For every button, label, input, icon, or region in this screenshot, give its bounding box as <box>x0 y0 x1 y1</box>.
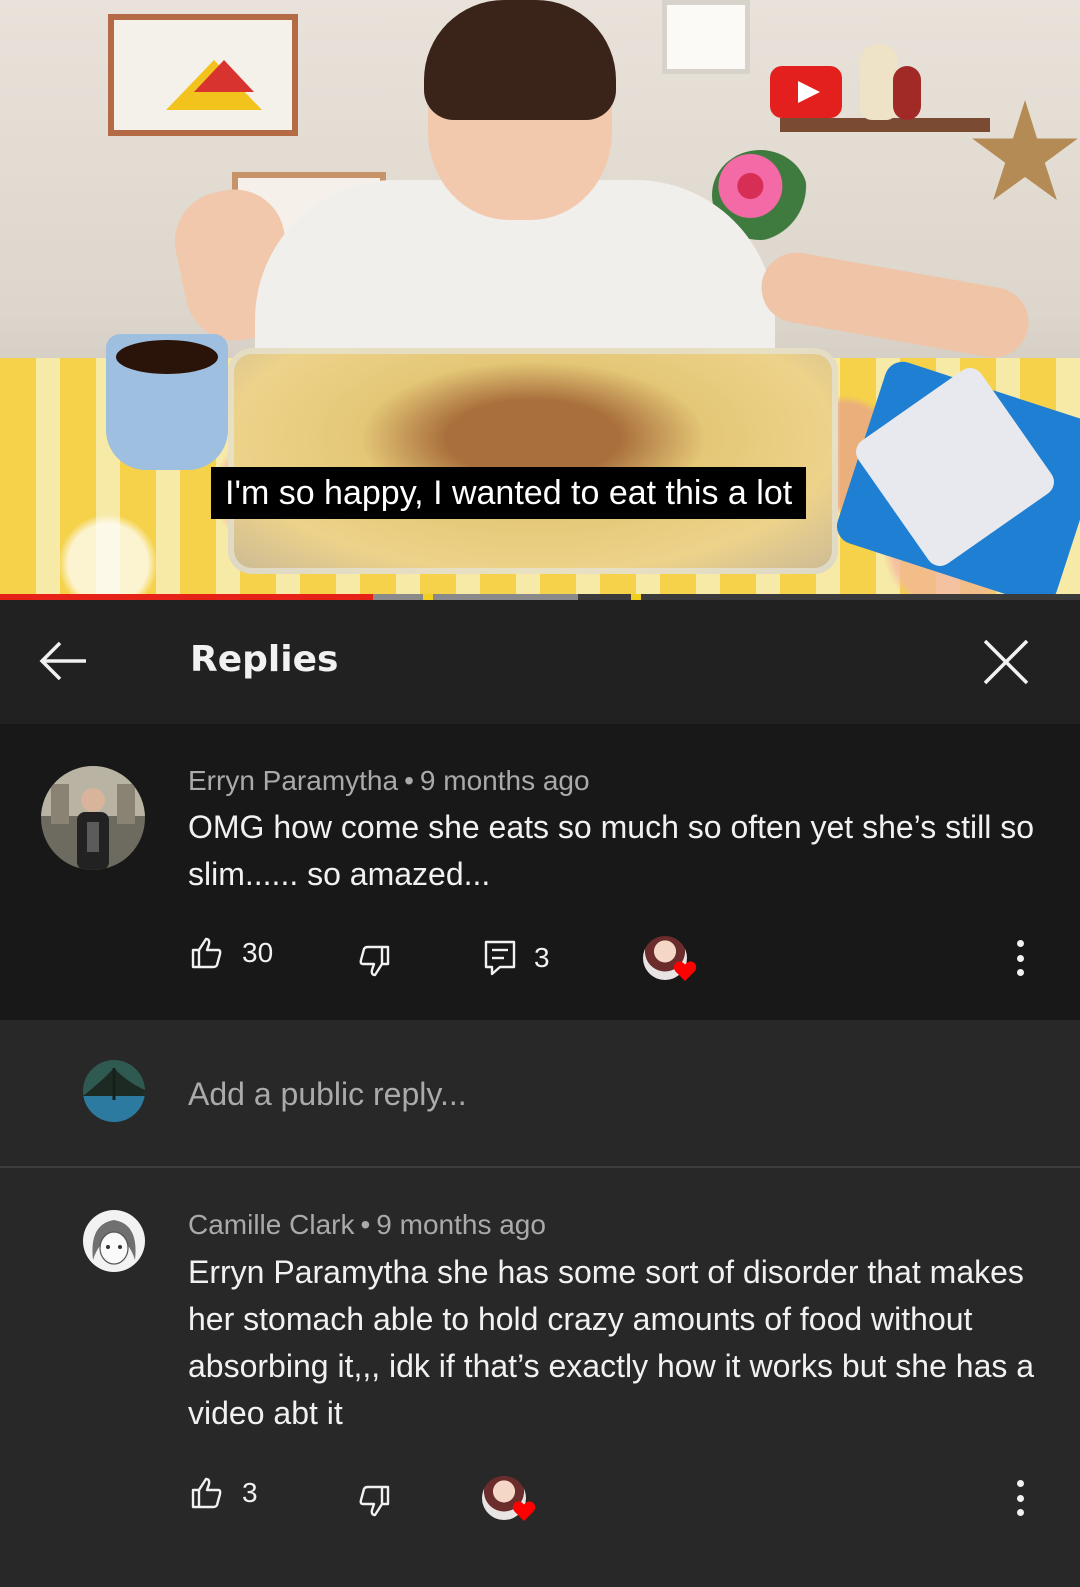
avatar[interactable] <box>41 766 145 870</box>
coffee-mug <box>106 334 228 470</box>
thumbs-down-icon <box>359 945 390 977</box>
comment-icon <box>484 940 516 976</box>
current-user-avatar <box>83 1060 145 1122</box>
dot-icon <box>1016 1480 1024 1487</box>
wall-shelf <box>780 118 990 132</box>
reply-input[interactable]: Add a public reply... <box>188 1072 467 1116</box>
youtube-play-ornament <box>770 66 842 118</box>
comment-timestamp[interactable]: 9 months ago <box>376 1209 546 1240</box>
dot-icon <box>1016 969 1024 976</box>
video-player[interactable]: I'm so happy, I wanted to eat this a lot <box>0 0 1080 600</box>
close-button[interactable] <box>980 636 1032 688</box>
nesting-doll <box>893 66 921 120</box>
dot-icon <box>1016 1494 1024 1502</box>
comment-text: OMG how come she eats so much so often y… <box>188 809 1034 892</box>
thumbs-up-icon <box>191 937 222 969</box>
meta-separator: • <box>360 1209 371 1240</box>
heart-icon <box>512 1501 536 1521</box>
like-count: 3 <box>242 1477 258 1508</box>
reply-composer[interactable] <box>0 1020 1080 1166</box>
dot-icon <box>1016 940 1024 947</box>
meta-separator: • <box>404 765 414 796</box>
comment-author[interactable]: Camille Clark <box>188 1209 354 1240</box>
more-options-button[interactable] <box>1014 940 1026 976</box>
landscape-avatar-icon <box>83 1060 145 1122</box>
replies-header <box>0 600 1080 724</box>
person-hair <box>424 0 616 120</box>
comment-text: Erryn Paramytha she has some sort of dis… <box>188 1254 1035 1431</box>
close-icon <box>983 639 1029 685</box>
dot-icon <box>1016 954 1024 962</box>
heart-icon <box>673 961 697 981</box>
thumbs-up-icon <box>191 1477 222 1509</box>
anime-avatar-icon <box>83 1210 145 1272</box>
person-arm <box>755 247 1035 363</box>
back-button[interactable] <box>36 636 90 686</box>
panel-title: Replies <box>190 639 339 680</box>
user-photo-avatar <box>41 766 145 870</box>
dislike-button[interactable] <box>357 944 391 978</box>
comment-author[interactable]: Erryn Paramytha <box>188 765 398 796</box>
like-count: 30 <box>242 937 274 968</box>
reply-count: 3 <box>534 942 550 973</box>
dislike-button[interactable] <box>357 1484 391 1518</box>
arrow-left-icon <box>39 641 86 681</box>
avatar[interactable] <box>83 1210 145 1272</box>
comment-meta: Camille Clark • 9 months ago <box>188 1205 546 1245</box>
comment-meta: Erryn Paramytha • 9 months ago <box>188 761 590 801</box>
more-options-button[interactable] <box>1014 1480 1026 1516</box>
thumbs-down-icon <box>359 1485 390 1517</box>
noodle-dish <box>228 348 838 574</box>
video-subtitle: I'm so happy, I wanted to eat this a lot <box>211 467 807 519</box>
wall-picture-frame <box>108 14 298 136</box>
decorative-star <box>972 100 1078 201</box>
like-button[interactable]: 30 <box>190 936 273 970</box>
reply-button[interactable]: 3 <box>484 940 550 976</box>
wall-picture-frame <box>662 0 750 74</box>
like-button[interactable]: 3 <box>190 1476 258 1510</box>
comment-timestamp[interactable]: 9 months ago <box>420 765 590 796</box>
dot-icon <box>1016 1509 1024 1516</box>
